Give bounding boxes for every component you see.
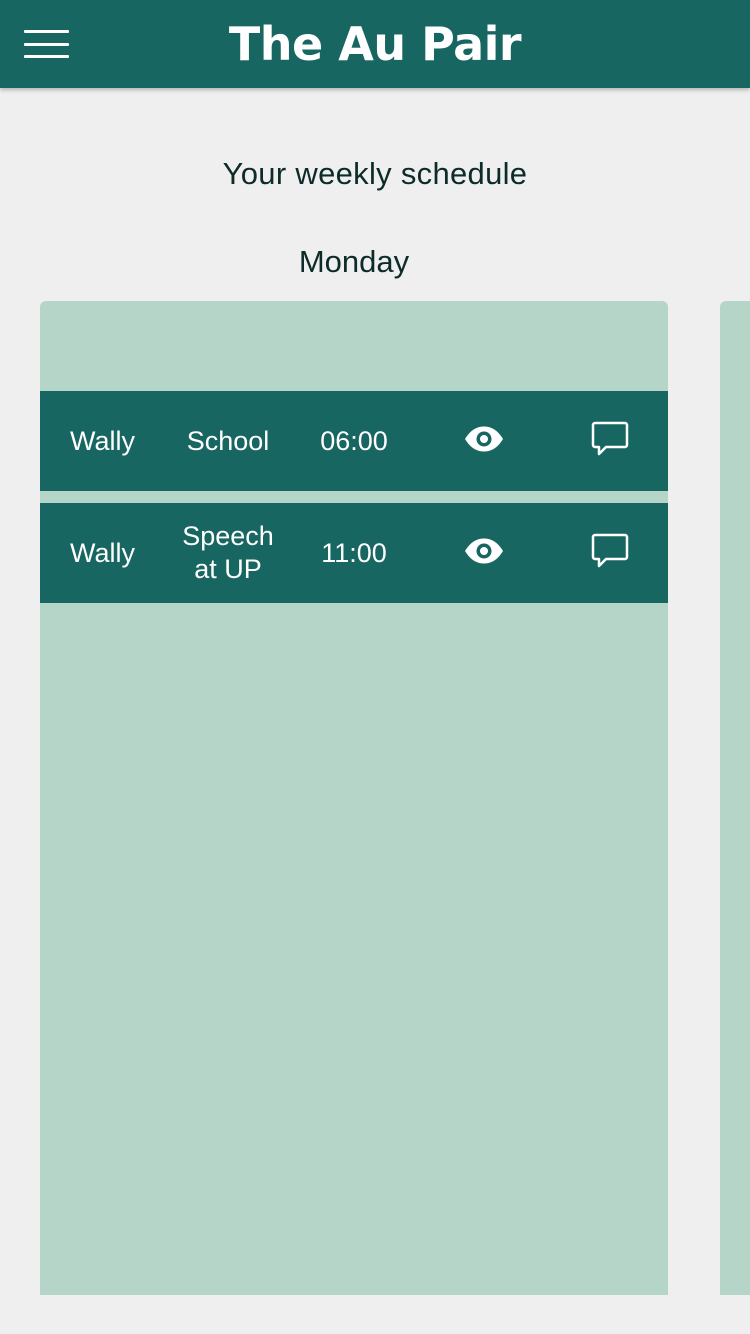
day-title: Monday [298, 244, 410, 279]
top-app-bar: The Au Pair [0, 0, 750, 88]
eye-icon [465, 538, 503, 564]
app-title: The Au Pair [228, 17, 522, 71]
event-time: 11:00 [321, 537, 387, 568]
activity-name: School [165, 391, 291, 491]
page-title: Your weekly schedule [222, 156, 528, 191]
day-card-monday: Wally School 06:00 Wally Speech at UP 11… [40, 301, 668, 1295]
child-name: Wally [70, 537, 135, 568]
view-event-button[interactable] [417, 391, 551, 491]
child-name: Wally [70, 425, 135, 456]
chat-bubble-icon [591, 421, 628, 456]
chat-bubble-icon [591, 533, 628, 568]
eye-icon [465, 426, 503, 452]
comment-button[interactable] [551, 391, 668, 491]
schedule-row: Wally Speech at UP 11:00 [40, 503, 668, 603]
activity-label: School [186, 425, 270, 456]
event-time: 06:00 [320, 425, 388, 456]
activity-name: Speech at UP [165, 503, 291, 603]
schedule-row: Wally School 06:00 [40, 391, 668, 491]
activity-label: Speech at UP [182, 521, 274, 584]
day-card-next-partial[interactable] [720, 301, 750, 1295]
comment-button[interactable] [551, 503, 668, 603]
view-event-button[interactable] [417, 503, 551, 603]
